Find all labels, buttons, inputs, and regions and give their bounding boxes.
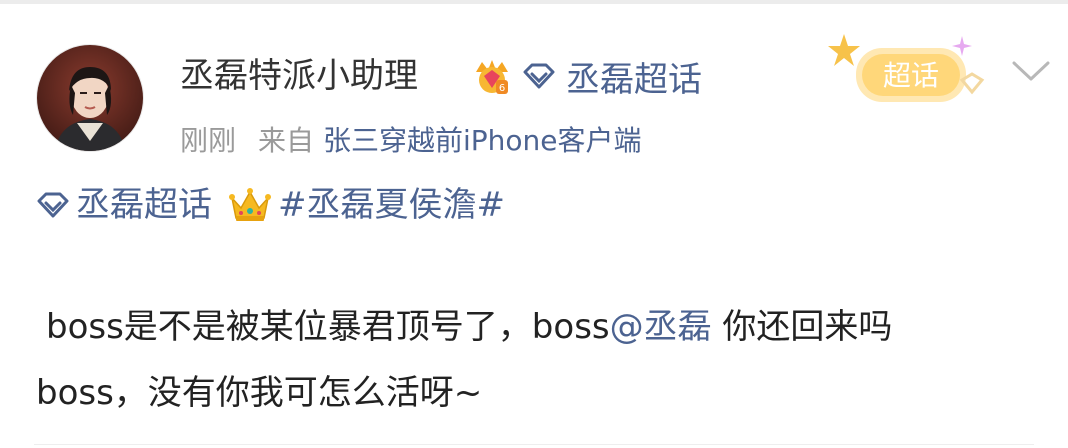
post-body-line-2: boss，没有你我可怎么活呀~ — [36, 373, 483, 413]
stamp-label: 超话 — [883, 59, 939, 92]
super-topic-stamp: 超话 — [828, 34, 985, 102]
mention-link[interactable]: @丞磊 — [610, 307, 712, 347]
diamond-icon — [37, 192, 69, 218]
crown-emoji-icon — [229, 188, 271, 221]
top-strip — [0, 0, 1068, 4]
source-prefix: 来自 — [258, 124, 315, 157]
avatar-image — [37, 45, 143, 151]
topic-link[interactable]: 丞磊超话 — [522, 54, 702, 100]
post-body-line-1: boss是不是被某位暴君顶号了，boss@丞磊 你还回来吗 — [46, 304, 892, 350]
post-source[interactable]: 张三穿越前iPhone客户端 — [323, 124, 642, 157]
vip-crown-badge-icon: 6 — [476, 60, 508, 94]
body-text: boss是不是被某位暴君顶号了，boss — [46, 307, 610, 347]
post-meta: 刚刚 来自 张三穿越前iPhone客户端 — [180, 122, 641, 160]
divider — [34, 444, 1034, 445]
topic-line: 丞磊超话 #丞磊夏侯澹# — [36, 182, 505, 228]
username[interactable]: 丞磊特派小助理 — [180, 54, 418, 98]
svg-text:6: 6 — [499, 83, 505, 94]
avatar[interactable] — [36, 44, 144, 152]
topic-tag-label: 丞磊超话 — [76, 185, 212, 225]
diamond-icon — [523, 63, 555, 89]
post-time: 刚刚 — [180, 124, 237, 157]
topic-tag[interactable]: 丞磊超话 — [36, 182, 212, 228]
hashtag-link[interactable]: #丞磊夏侯澹# — [278, 182, 505, 228]
topic-link-label: 丞磊超话 — [566, 59, 702, 100]
chevron-down-icon[interactable] — [1010, 56, 1052, 86]
body-text: 你还回来吗 — [711, 307, 893, 347]
